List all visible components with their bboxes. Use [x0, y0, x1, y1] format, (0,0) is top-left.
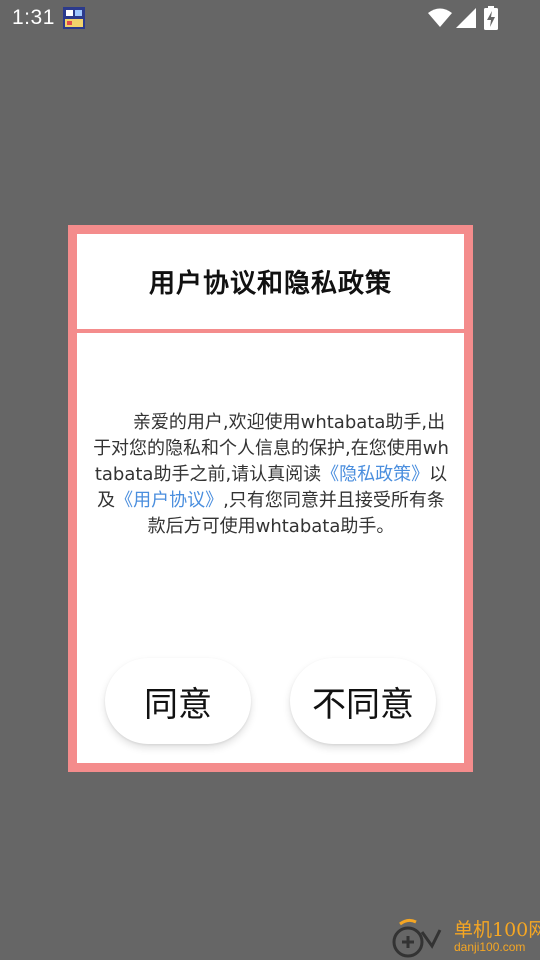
- site-watermark: 单机100网 danji100.com: [392, 912, 540, 960]
- app-notification-icon: [63, 7, 85, 29]
- user-agreement-link[interactable]: 《用户协议》: [115, 490, 223, 511]
- watermark-logo-icon: [392, 918, 442, 958]
- signal-icon: [456, 8, 476, 28]
- watermark-name: 单机100网: [454, 919, 540, 941]
- status-bar: 1:31: [0, 0, 540, 36]
- dialog-body-text: 亲爱的用户,欢迎使用whtabata助手,出于对您的隐私和个人信息的保护,在您使…: [91, 410, 451, 540]
- agree-button[interactable]: 同意: [105, 658, 251, 744]
- disagree-button[interactable]: 不同意: [290, 658, 436, 744]
- status-time: 1:31: [12, 6, 55, 29]
- wifi-icon: [428, 8, 452, 27]
- watermark-url: danji100.com: [454, 940, 526, 954]
- privacy-policy-link[interactable]: 《隐私政策》: [321, 464, 429, 485]
- battery-charging-icon: [484, 6, 498, 30]
- user-agreement-dialog: 用户协议和隐私政策 亲爱的用户,欢迎使用whtabata助手,出于对您的隐私和个…: [68, 225, 473, 772]
- dialog-title: 用户协议和隐私政策: [148, 269, 392, 299]
- title-divider: [77, 329, 464, 333]
